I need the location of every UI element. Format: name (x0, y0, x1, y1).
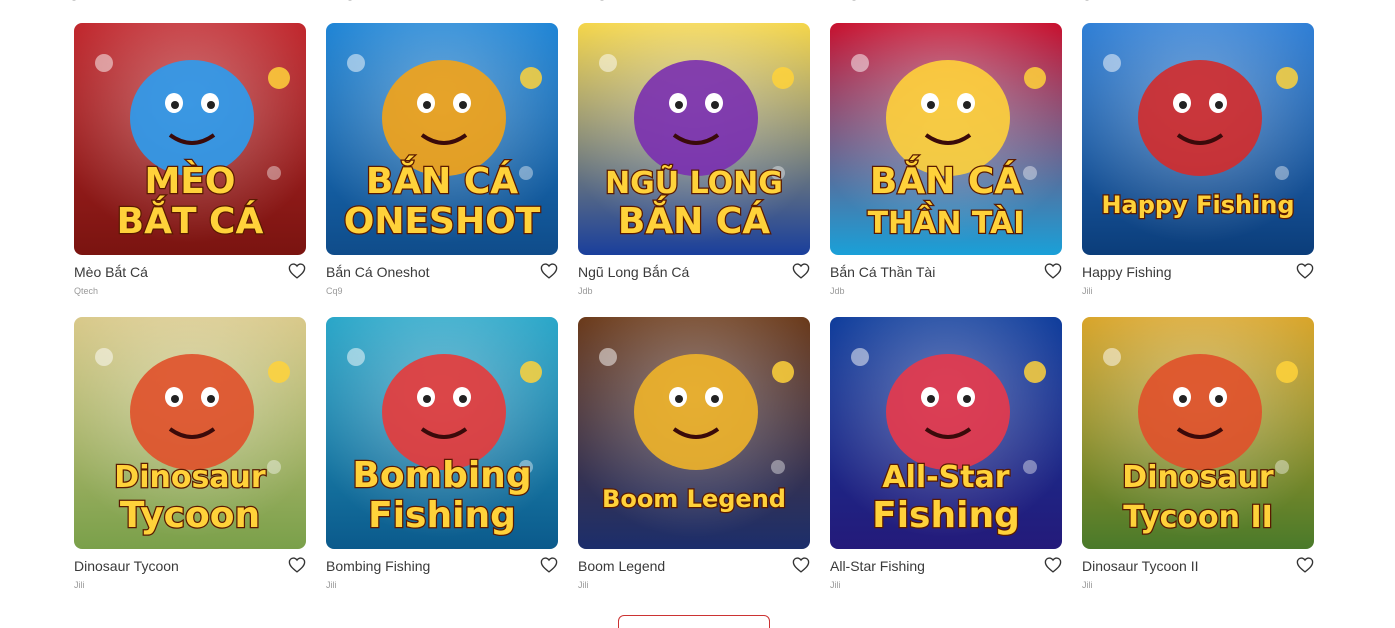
svg-text:All-Star: All-Star (882, 460, 1009, 495)
game-provider: Jili (326, 580, 337, 590)
svg-text:MÈO: MÈO (144, 160, 235, 202)
load-more-button[interactable] (618, 615, 770, 628)
monster-art[interactable]: All-Star Fishing (830, 317, 1062, 549)
svg-text:THẦN TÀI: THẦN TÀI (868, 201, 1025, 241)
svg-text:Boom Legend: Boom Legend (602, 485, 786, 513)
game-card[interactable]: Boom Legend Boom Legend Jili (578, 317, 810, 597)
game-meta: Dinosaur Tycoon Jili (74, 549, 306, 597)
heart-icon[interactable] (1296, 557, 1314, 573)
svg-text:Tycoon II: Tycoon II (1123, 500, 1273, 535)
dinosaur-ii-art[interactable]: Dinosaur Tycoon II (1082, 317, 1314, 549)
game-title[interactable]: Boom Legend (578, 558, 665, 574)
svg-text:Dinosaur: Dinosaur (114, 460, 266, 495)
game-meta: Bombing Fishing Jili (326, 549, 558, 597)
heart-icon[interactable] (792, 557, 810, 573)
svg-text:ONESHOT: ONESHOT (344, 201, 541, 242)
heart-icon[interactable] (792, 263, 810, 279)
game-card[interactable]: Bombing Fishing Bombing Fishing Jili (326, 317, 558, 597)
game-card[interactable]: All-Star Fishing All-Star Fishing Jili (830, 317, 1062, 597)
game-provider: Jili (1082, 286, 1093, 296)
game-provider: Jdb (830, 286, 845, 296)
game-provider: Jdb (578, 286, 593, 296)
game-title[interactable]: Dinosaur Tycoon (74, 558, 179, 574)
game-provider: Qtech (74, 286, 99, 296)
game-meta: All-Star Fishing Jili (830, 549, 1062, 597)
game-meta: Bắn Cá Oneshot Cq9 (326, 255, 558, 303)
shark-art[interactable]: Happy Fishing (1082, 23, 1314, 255)
game-card[interactable]: MÈO BẮT CÁ Mèo Bắt Cá Qtech (74, 23, 306, 303)
cat-fish-art[interactable]: MÈO BẮT CÁ (74, 23, 306, 255)
svg-text:BẮN CÁ: BẮN CÁ (366, 155, 518, 202)
heart-icon[interactable] (288, 263, 306, 279)
game-grid: MÈO BẮT CÁ Mèo Bắt Cá Qtech BẮN CÁ ONESHOT Bắ… (74, 23, 1314, 597)
game-title[interactable]: Ngũ Long Bắn Cá (578, 264, 689, 280)
heart-icon[interactable] (540, 263, 558, 279)
previous-row-remnant (0, 0, 1395, 6)
game-title[interactable]: All-Star Fishing (830, 558, 925, 574)
game-meta: Ngũ Long Bắn Cá Jdb (578, 255, 810, 303)
game-provider: Cq9 (326, 286, 343, 296)
svg-text:NGŨ LONG: NGŨ LONG (605, 164, 783, 201)
heart-icon[interactable] (1044, 263, 1062, 279)
svg-text:Dinosaur: Dinosaur (1122, 460, 1274, 495)
heart-icon[interactable] (1044, 557, 1062, 573)
game-provider: Jili (830, 580, 841, 590)
dragon-art[interactable]: BẮN CÁ ONESHOT (326, 23, 558, 255)
game-title[interactable]: Bắn Cá Thần Tài (830, 264, 935, 280)
svg-text:Bombing: Bombing (352, 455, 531, 496)
svg-text:BẮN CÁ: BẮN CÁ (870, 155, 1022, 202)
game-card[interactable]: BẮN CÁ THẦN TÀI Bắn Cá Thần Tài Jdb (830, 23, 1062, 303)
game-title[interactable]: Bombing Fishing (326, 558, 430, 574)
game-meta: Happy Fishing Jili (1082, 255, 1314, 303)
game-meta: Dinosaur Tycoon II Jili (1082, 549, 1314, 597)
game-card[interactable]: Dinosaur Tycoon Dinosaur Tycoon Jili (74, 317, 306, 597)
game-card[interactable]: Dinosaur Tycoon II Dinosaur Tycoon II Jili (1082, 317, 1314, 597)
game-title[interactable]: Dinosaur Tycoon II (1082, 558, 1198, 574)
game-provider: Jili (578, 580, 589, 590)
heart-icon[interactable] (288, 557, 306, 573)
game-title[interactable]: Happy Fishing (1082, 264, 1172, 280)
game-provider: Jili (1082, 580, 1093, 590)
game-card[interactable]: Happy Fishing Happy Fishing Jili (1082, 23, 1314, 303)
svg-text:Fishing: Fishing (872, 495, 1020, 536)
svg-text:BẮN CÁ: BẮN CÁ (618, 195, 770, 242)
game-card[interactable]: BẮN CÁ ONESHOT Bắn Cá Oneshot Cq9 (326, 23, 558, 303)
golden-dragon-art[interactable]: NGŨ LONG BẮN CÁ (578, 23, 810, 255)
game-provider: Jili (74, 580, 85, 590)
game-title[interactable]: Bắn Cá Oneshot (326, 264, 430, 280)
king-art[interactable]: Boom Legend (578, 317, 810, 549)
game-meta: Bắn Cá Thần Tài Jdb (830, 255, 1062, 303)
game-meta: Boom Legend Jili (578, 549, 810, 597)
game-meta: Mèo Bắt Cá Qtech (74, 255, 306, 303)
game-card[interactable]: NGŨ LONG BẮN CÁ Ngũ Long Bắn Cá Jdb (578, 23, 810, 303)
svg-text:BẮT CÁ: BẮT CÁ (117, 195, 264, 242)
heart-icon[interactable] (540, 557, 558, 573)
game-title[interactable]: Mèo Bắt Cá (74, 264, 148, 280)
svg-text:Fishing: Fishing (368, 495, 516, 536)
svg-text:Tycoon: Tycoon (120, 495, 260, 536)
dinosaur-art[interactable]: Dinosaur Tycoon (74, 317, 306, 549)
heart-icon[interactable] (1296, 263, 1314, 279)
fortune-god-art[interactable]: BẮN CÁ THẦN TÀI (830, 23, 1062, 255)
pufferfish-art[interactable]: Bombing Fishing (326, 317, 558, 549)
svg-text:Happy Fishing: Happy Fishing (1101, 191, 1294, 219)
